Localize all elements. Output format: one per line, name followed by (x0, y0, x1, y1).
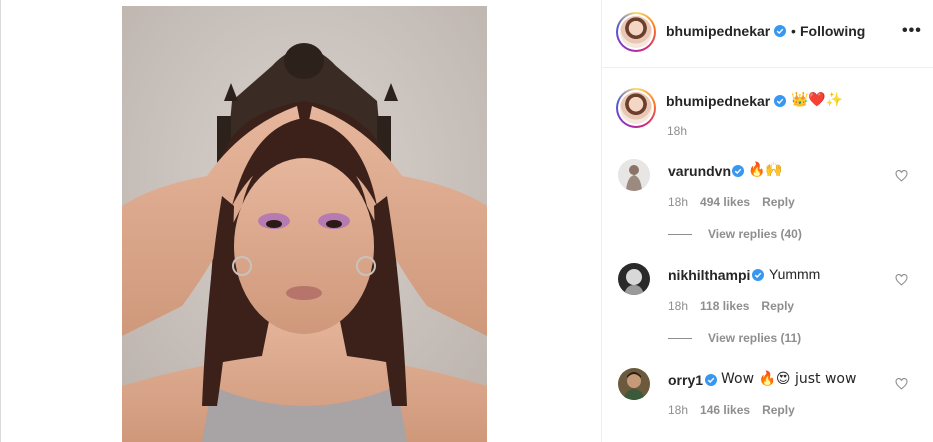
reply-button[interactable]: Reply (762, 403, 795, 417)
post-side-panel: bhumipednekar • Following ••• bhumipedne… (602, 0, 933, 442)
heart-outline-icon[interactable] (895, 378, 908, 390)
comment-text: Yummm (769, 266, 821, 282)
author-avatar[interactable] (616, 12, 656, 52)
post-caption: bhumipednekar 👑❤️✨ 18h (602, 78, 933, 138)
comment-meta: 18h 118 likes Reply (668, 299, 806, 313)
replies-line (668, 234, 692, 236)
view-replies-button[interactable]: View replies (11) (668, 331, 801, 345)
post-media-pane (1, 0, 601, 442)
caption-text: 👑❤️✨ (791, 92, 844, 108)
caption-username[interactable]: bhumipednekar (666, 93, 770, 109)
comment-meta: 18h 494 likes Reply (668, 195, 807, 209)
verified-badge-icon (705, 374, 717, 386)
comment-likes[interactable]: 146 likes (700, 403, 750, 417)
comment-avatar[interactable] (618, 368, 650, 400)
comment-likes[interactable]: 494 likes (700, 195, 750, 209)
comment-username[interactable]: varundvn (668, 163, 731, 179)
view-replies-label: View replies (11) (708, 331, 802, 345)
comment-username[interactable]: orry1 (668, 372, 703, 388)
more-options-icon[interactable]: ••• (902, 22, 922, 40)
following-button[interactable]: Following (800, 23, 865, 39)
verified-badge-icon (774, 95, 786, 107)
replies-line (668, 338, 692, 340)
comment-time[interactable]: 18h (668, 195, 688, 209)
author-username[interactable]: bhumipednekar (666, 23, 770, 39)
reply-button[interactable]: Reply (762, 195, 795, 209)
comment-username[interactable]: nikhilthampi (668, 267, 750, 283)
post-header: bhumipednekar • Following ••• (602, 0, 933, 68)
reply-button[interactable]: Reply (761, 299, 794, 313)
comment-time[interactable]: 18h (668, 403, 688, 417)
comment-meta: 18h 146 likes Reply (668, 403, 807, 417)
comment-text: 🔥🙌 (748, 162, 783, 178)
comment-text: Wow 🔥😍 just wow (721, 371, 857, 387)
post-photo[interactable] (122, 6, 487, 442)
comment-avatar[interactable] (618, 159, 650, 191)
comment-avatar[interactable] (618, 263, 650, 295)
post-photo-illustration (122, 6, 487, 442)
caption-time[interactable]: 18h (667, 124, 687, 138)
verified-badge-icon (774, 25, 786, 37)
verified-badge-icon (752, 269, 764, 281)
heart-outline-icon[interactable] (895, 170, 908, 182)
heart-outline-icon[interactable] (895, 274, 908, 286)
comment-time[interactable]: 18h (668, 299, 688, 313)
caption-avatar[interactable] (616, 88, 656, 128)
header-bullet: • (791, 23, 796, 39)
view-replies-button[interactable]: View replies (40) (668, 227, 802, 241)
comment-likes[interactable]: 118 likes (700, 299, 749, 313)
verified-badge-icon (732, 165, 744, 177)
view-replies-label: View replies (40) (708, 227, 802, 241)
